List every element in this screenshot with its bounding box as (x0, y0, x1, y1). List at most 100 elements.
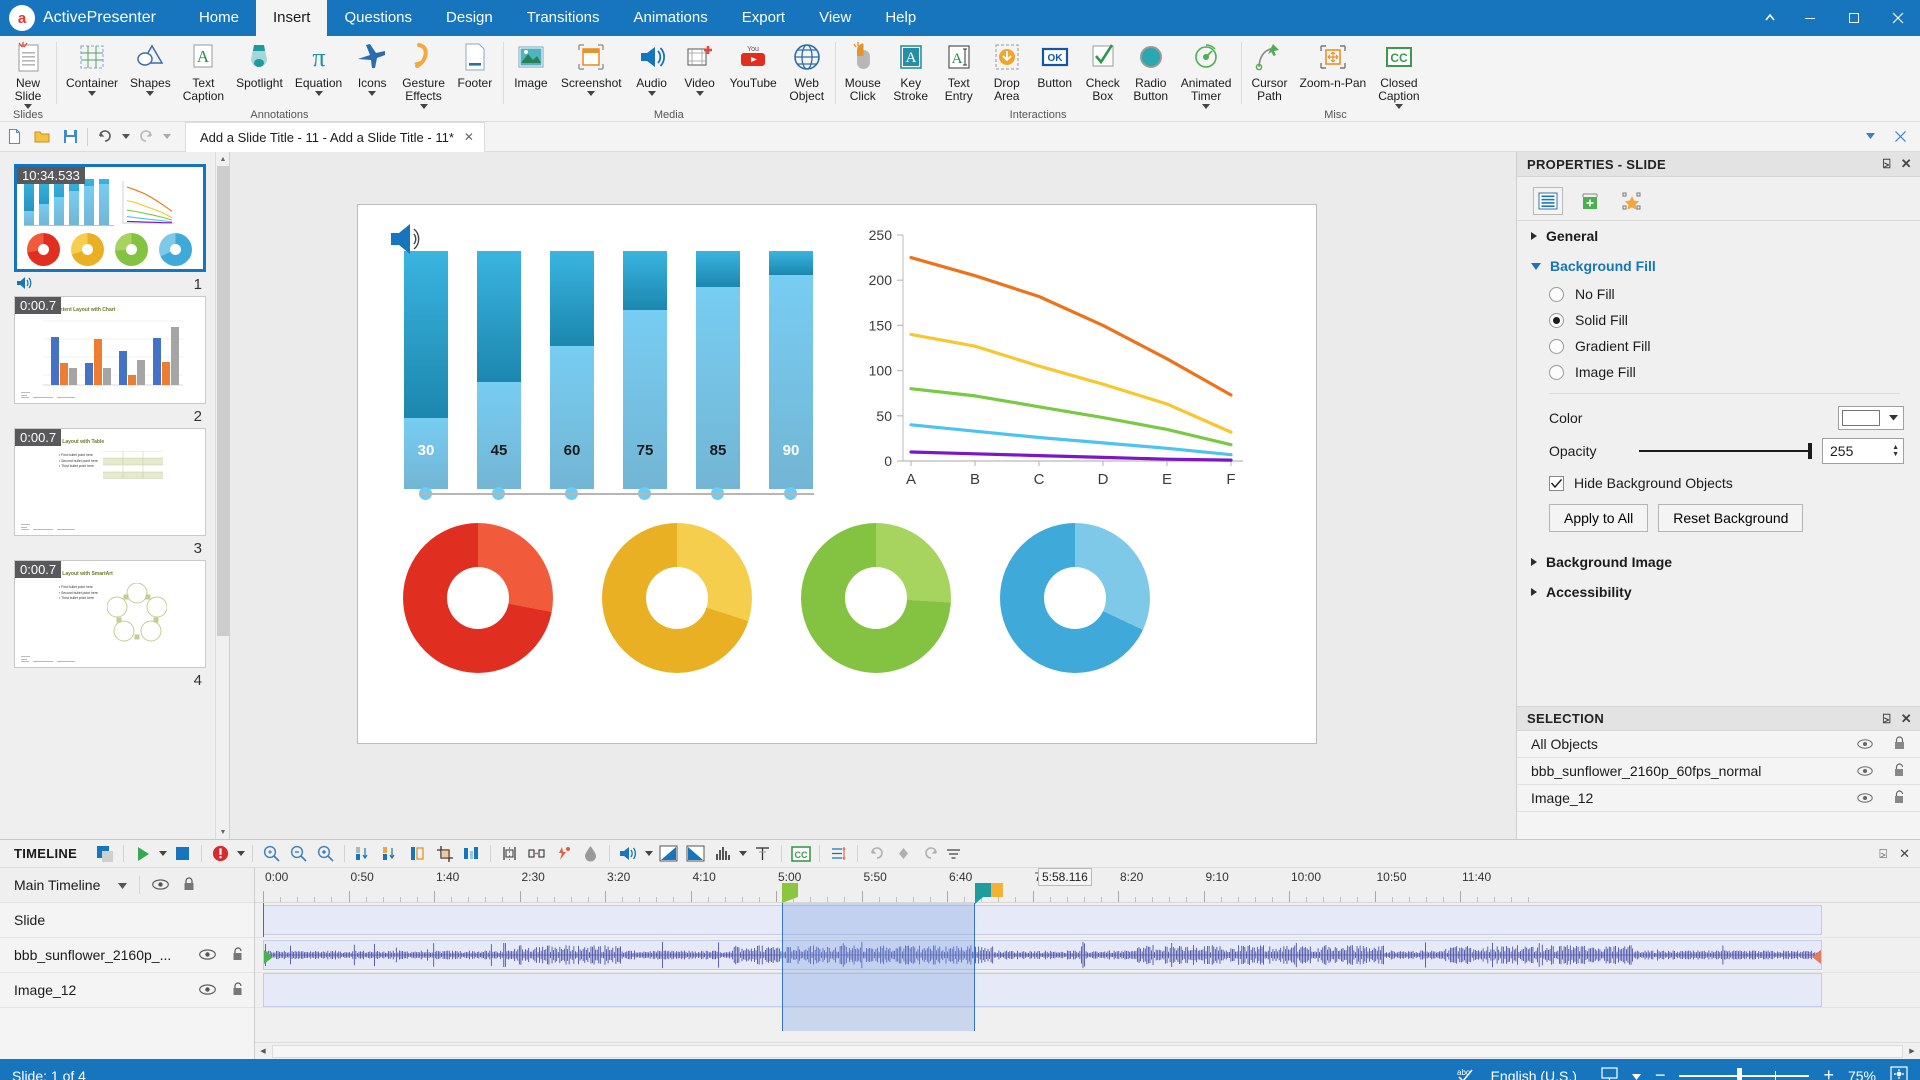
visibility-eye-icon[interactable] (1857, 763, 1873, 780)
fade-out-icon[interactable] (682, 842, 709, 866)
image-clip[interactable] (263, 973, 1822, 1007)
menu-tab-view[interactable]: View (802, 0, 868, 36)
properties-section-background-fill[interactable]: Background Fill (1517, 251, 1920, 281)
timeline-ruler[interactable]: 0:000:501:402:303:204:105:005:506:407:30… (255, 868, 1920, 904)
properties-section-background-image[interactable]: Background Image (1517, 542, 1920, 577)
move-playhead-end-icon[interactable] (377, 842, 404, 866)
bar-chart[interactable]: 30 45 60 75 85 90 (388, 225, 836, 525)
size-properties-tab[interactable] (1575, 187, 1605, 215)
track-slide[interactable] (255, 903, 1920, 938)
menu-tab-export[interactable]: Export (725, 0, 802, 36)
lock-icon[interactable] (1893, 762, 1906, 780)
properties-section-accessibility[interactable]: Accessibility (1517, 577, 1920, 607)
chevron-down-icon[interactable] (314, 90, 323, 99)
scrollbar-thumb[interactable] (217, 166, 229, 636)
slide-thumbnail-3[interactable]: Two Content Layout with Table ▪ First bul… (14, 428, 206, 557)
merge-icon[interactable] (523, 842, 550, 866)
save-document-icon[interactable] (56, 124, 84, 150)
color-picker[interactable] (1838, 406, 1904, 430)
selection-row-bbb-sunflower[interactable]: bbb_sunflower_2160p_60fps_normal (1517, 758, 1920, 785)
range-end-marker[interactable] (975, 883, 991, 897)
menu-tab-help[interactable]: Help (868, 0, 933, 36)
record-dropdown-icon[interactable] (234, 842, 247, 866)
abc-check-icon[interactable]: abc (1457, 1066, 1477, 1080)
language-label[interactable]: English (U.S.) (1491, 1068, 1577, 1080)
close-icon[interactable] (1886, 124, 1914, 150)
properties-section-general[interactable]: General (1517, 221, 1920, 251)
presentation-dropdown-icon[interactable] (1631, 1068, 1641, 1080)
timeline-row-image-12-track[interactable]: Image_12 (0, 973, 254, 1008)
split-icon[interactable] (458, 842, 485, 866)
undo-icon[interactable] (863, 842, 890, 866)
chevron-down-icon[interactable] (368, 90, 377, 99)
record-icon[interactable] (207, 842, 234, 866)
volume-dropdown-icon[interactable] (642, 842, 655, 866)
visibility-eye-icon[interactable] (152, 877, 170, 893)
audio-notes-icon[interactable] (825, 842, 852, 866)
color-swatch[interactable] (1842, 410, 1880, 426)
playhead-marker[interactable] (991, 883, 1003, 897)
pin-icon[interactable]: ⍄ (1883, 711, 1891, 727)
bar-column-1[interactable]: 30 (404, 251, 448, 489)
open-document-icon[interactable] (28, 124, 56, 150)
lock-icon[interactable] (183, 876, 195, 894)
hscroll-thumb[interactable] (272, 1044, 1903, 1058)
menu-tab-home[interactable]: Home (182, 0, 256, 36)
timeline-tracks-area[interactable]: 0:000:501:402:303:204:105:005:506:407:30… (255, 868, 1920, 1059)
donut-red[interactable] (403, 523, 553, 673)
scroll-left-icon[interactable]: ◀ (255, 1044, 271, 1059)
donut-green[interactable] (801, 523, 951, 673)
visibility-eye-icon[interactable] (1857, 790, 1873, 807)
chevron-down-icon[interactable] (1856, 124, 1884, 150)
play-icon[interactable] (129, 842, 156, 866)
effects-properties-tab[interactable] (1617, 187, 1647, 215)
clip-end-handle[interactable] (1812, 950, 1821, 964)
bar-column-6[interactable]: 90 (769, 251, 813, 489)
timeline-row-bbb-sunflower-track[interactable]: bbb_sunflower_2160p_... (0, 938, 254, 973)
apply-to-all-button[interactable]: Apply to All (1549, 504, 1649, 532)
timeline-horizontal-scrollbar[interactable]: ◀ ▶ (255, 1042, 1920, 1059)
timeline-row-slide-track[interactable]: Slide (0, 903, 254, 938)
bar-column-5[interactable]: 85 (696, 251, 740, 489)
lock-icon[interactable] (1893, 735, 1906, 753)
menu-tab-design[interactable]: Design (429, 0, 510, 36)
hide-background-objects-checkbox[interactable]: Hide Background Objects (1517, 468, 1920, 498)
drop-shadow-icon[interactable] (577, 842, 604, 866)
zoom-out-icon[interactable] (285, 842, 312, 866)
more-icon[interactable] (944, 842, 962, 866)
document-tab-close-icon[interactable]: ✕ (464, 130, 474, 144)
reset-background-button[interactable]: Reset Background (1658, 504, 1804, 532)
fill-option-image-fill[interactable]: Image Fill (1517, 359, 1920, 385)
menu-tab-insert[interactable]: Insert (255, 0, 328, 36)
opacity-slider[interactable] (1639, 443, 1812, 459)
slide-thumbnail-1[interactable]: 10:34.533 1 (14, 164, 206, 293)
audio-speaker-icon[interactable] (388, 219, 430, 262)
presentation-icon[interactable] (1601, 1066, 1618, 1080)
close-icon[interactable]: ✕ (1899, 846, 1910, 862)
chevron-down-icon[interactable] (1883, 407, 1903, 429)
canvas-area[interactable]: 30 45 60 75 85 90 0 50 100 150 200 250 A B C D E F (230, 152, 1516, 839)
lock-icon[interactable] (1893, 789, 1906, 807)
slide-properties-tab[interactable] (1533, 187, 1563, 215)
ribbon-collapse-button[interactable] (1752, 0, 1788, 36)
track-image[interactable] (255, 973, 1920, 1008)
animation-icon[interactable] (550, 842, 577, 866)
fill-option-gradient-fill[interactable]: Gradient Fill (1517, 333, 1920, 359)
range-start-marker[interactable] (782, 883, 798, 897)
opacity-slider-knob[interactable] (1808, 443, 1812, 459)
slide-canvas[interactable]: 30 45 60 75 85 90 0 50 100 150 200 250 A B C D E F (357, 204, 1317, 744)
fit-to-window-icon[interactable] (1890, 1066, 1908, 1080)
undo-dropdown-icon[interactable] (119, 124, 132, 150)
play-dropdown-icon[interactable] (156, 842, 169, 866)
close-icon[interactable]: ✕ (1901, 711, 1912, 727)
noise-reduction-icon[interactable] (749, 842, 776, 866)
scroll-right-icon[interactable]: ▶ (1904, 1044, 1920, 1059)
menu-tab-transitions[interactable]: Transitions (510, 0, 617, 36)
chevron-down-icon[interactable] (587, 90, 596, 99)
redo-icon[interactable] (917, 842, 944, 866)
redo-dropdown-icon[interactable] (160, 124, 173, 150)
donut-blue[interactable] (1000, 523, 1150, 673)
visibility-eye-icon[interactable] (199, 982, 216, 999)
volume-icon[interactable] (615, 842, 642, 866)
undo-icon[interactable] (91, 124, 119, 150)
